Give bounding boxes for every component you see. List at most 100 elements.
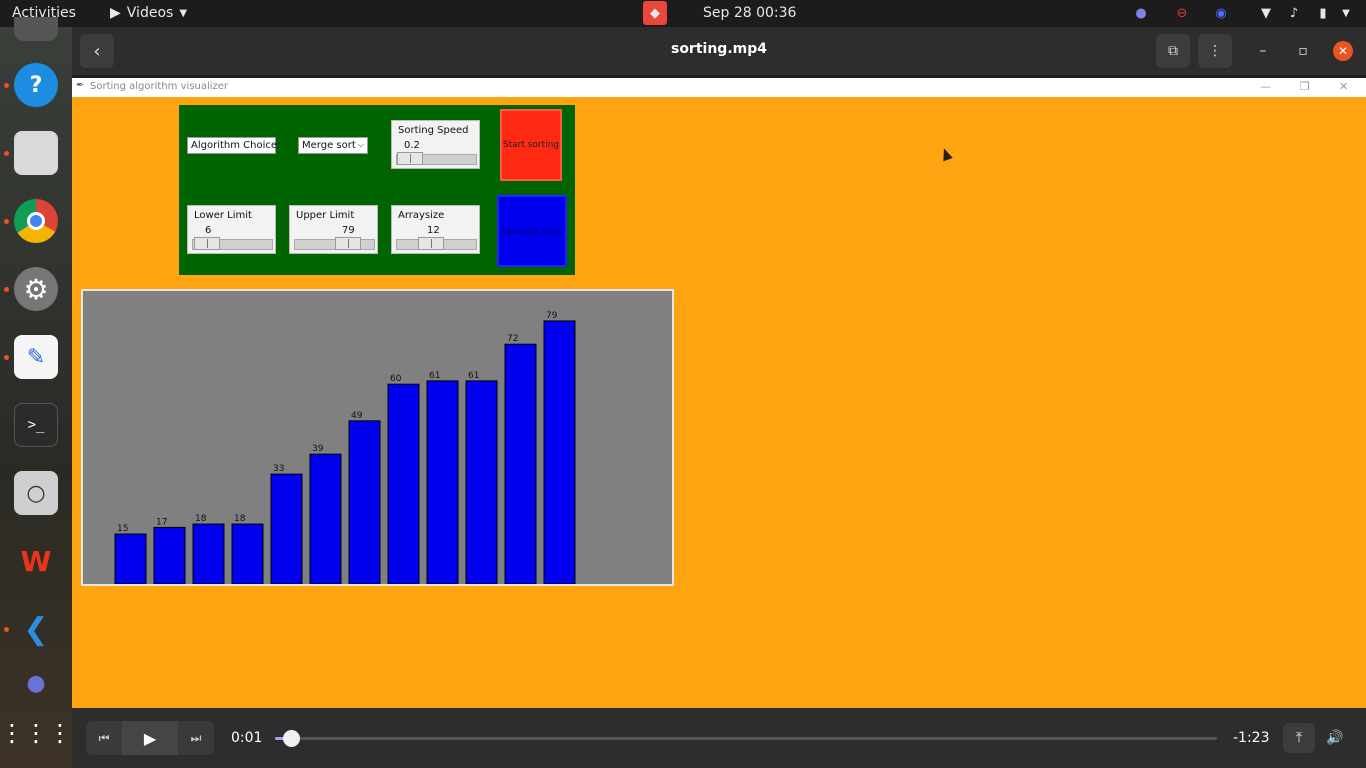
- partial-app-icon[interactable]: [14, 17, 58, 41]
- bar-10: [465, 380, 498, 584]
- bar-12: [543, 320, 576, 584]
- close-button[interactable]: ✕: [1326, 34, 1360, 68]
- play-button[interactable]: ▶: [122, 721, 178, 755]
- files-icon[interactable]: [14, 131, 58, 175]
- bar-9: [426, 380, 459, 584]
- bar-label-4: 18: [234, 514, 246, 524]
- arraysize-scale[interactable]: Arraysize 12: [391, 205, 480, 254]
- system-menu-chevron-icon[interactable]: ▼: [1337, 4, 1355, 22]
- seek-bar[interactable]: [275, 737, 1217, 740]
- running-indicator: [4, 287, 9, 292]
- terminal-icon[interactable]: >_: [14, 403, 58, 447]
- do-not-disturb-icon[interactable]: ⊖: [1173, 4, 1191, 22]
- arraysize-thumb[interactable]: [418, 237, 444, 250]
- upper-limit-value: 79: [342, 225, 355, 236]
- anydesk-icon[interactable]: ◆: [643, 1, 667, 25]
- bar-chart-canvas: 15 17 18 18 33 39 49 60 61 61 72 79: [81, 289, 674, 586]
- maximize-icon: ▫: [1298, 43, 1308, 59]
- close-icon: ✕: [1333, 41, 1353, 61]
- bar-11: [504, 343, 537, 584]
- generate-array-button[interactable]: Generate Array: [497, 195, 567, 267]
- maximize-button[interactable]: ▫: [1286, 34, 1320, 68]
- wifi-icon[interactable]: ▼: [1257, 4, 1275, 22]
- teams-tray-icon[interactable]: ●: [1132, 4, 1150, 22]
- app-maximize-icon[interactable]: ❐: [1300, 80, 1310, 93]
- skip-back-button[interactable]: ⏮: [86, 721, 122, 755]
- bar-6: [309, 453, 342, 584]
- pip-icon: ⧉: [1168, 43, 1178, 59]
- app-close-icon[interactable]: ✕: [1339, 80, 1348, 93]
- rotate-button[interactable]: ⤒: [1283, 723, 1315, 753]
- bar-3: [192, 523, 225, 584]
- running-indicator: [4, 355, 9, 360]
- upper-limit-thumb[interactable]: [335, 237, 361, 250]
- picture-in-picture-button[interactable]: ⧉: [1156, 34, 1190, 68]
- speed-scale-title: Sorting Speed: [398, 125, 469, 136]
- app-menu[interactable]: ▶ Videos ▼: [110, 5, 187, 21]
- dock: ? ⚙ ✎ >_ ○ W ❮ ● ⋮⋮⋮: [0, 17, 72, 768]
- start-sorting-button[interactable]: Start sorting: [500, 109, 562, 181]
- algorithm-select[interactable]: Merge sort ⌵: [298, 137, 368, 154]
- skip-forward-icon: ⏭: [190, 730, 202, 745]
- menu-button[interactable]: ⋮: [1198, 34, 1232, 68]
- text-editor-icon[interactable]: ✎: [14, 335, 58, 379]
- bar-chart-svg: 15 17 18 18 33 39 49 60 61 61 72 79: [114, 311, 576, 584]
- bar-label-2: 17: [156, 517, 167, 527]
- algorithm-choice-label: Algorithm Choice:: [187, 137, 280, 154]
- bar-label-5: 33: [273, 464, 284, 474]
- help-icon[interactable]: ?: [14, 63, 58, 107]
- feather-icon: ✒: [76, 80, 85, 91]
- player-controls-bar: ⏮ ▶ ⏭ 0:01 -1:23 ⤒ 🔊: [72, 708, 1366, 768]
- bar-label-9: 61: [429, 371, 440, 381]
- speed-scale[interactable]: Sorting Speed 0.2: [391, 120, 480, 169]
- running-indicator: [4, 627, 9, 632]
- bar-7: [348, 420, 381, 584]
- minimize-icon: –: [1259, 43, 1267, 59]
- play-icon: ▶: [143, 728, 157, 748]
- show-applications-grid-icon[interactable]: ⋮⋮⋮: [0, 711, 72, 755]
- speed-scale-value: 0.2: [404, 140, 420, 151]
- arraysize-title: Arraysize: [398, 210, 445, 221]
- seek-bar-knob[interactable]: [283, 730, 300, 747]
- time-elapsed: 0:01: [231, 730, 263, 746]
- lower-limit-scale[interactable]: Lower Limit 6: [187, 205, 276, 254]
- running-indicator: [4, 151, 9, 156]
- volume-button[interactable]: 🔊: [1319, 723, 1351, 753]
- arraysize-value: 12: [427, 225, 440, 236]
- bar-label-6: 39: [312, 444, 324, 454]
- control-panel: Algorithm Choice: Merge sort ⌵ Sorting S…: [179, 105, 575, 275]
- wps-office-icon[interactable]: W: [14, 539, 58, 583]
- volume-icon: 🔊: [1326, 730, 1344, 746]
- kebab-menu-icon: ⋮: [1208, 43, 1222, 59]
- lower-limit-title: Lower Limit: [194, 210, 252, 221]
- chrome-icon[interactable]: [14, 199, 58, 243]
- minimize-button[interactable]: –: [1246, 34, 1280, 68]
- skip-back-icon: ⏮: [98, 730, 110, 745]
- app-minimize-icon[interactable]: —: [1260, 80, 1271, 93]
- skip-forward-button[interactable]: ⏭: [178, 721, 214, 755]
- upper-limit-scale[interactable]: Upper Limit 79: [289, 205, 378, 254]
- vscode-icon[interactable]: ❮: [14, 607, 58, 651]
- battery-icon[interactable]: ▮: [1314, 4, 1332, 22]
- player-header-bar: ‹ sorting.mp4 ⧉ ⋮ – ▫ ✕: [72, 27, 1366, 75]
- bar-label-11: 72: [507, 334, 518, 344]
- system-top-bar: Activities ▶ Videos ▼ ◆ Sep 28 00:36 ● ⊖…: [0, 0, 1366, 27]
- clock[interactable]: Sep 28 00:36: [703, 5, 796, 21]
- app-titlebar: ✒ Sorting algorithm visualizer — ❐ ✕: [72, 78, 1366, 97]
- running-indicator: [4, 219, 9, 224]
- teams-dock-icon[interactable]: ●: [14, 671, 58, 696]
- app-menu-label: Videos: [126, 5, 174, 21]
- running-indicator: [4, 83, 9, 88]
- bar-label-1: 15: [117, 524, 128, 534]
- bar-label-10: 61: [468, 371, 479, 381]
- image-viewer-icon[interactable]: ○: [14, 471, 58, 515]
- bar-8: [387, 383, 420, 584]
- chevron-down-icon: ⌵: [357, 140, 364, 149]
- speed-scale-thumb[interactable]: [397, 152, 423, 165]
- volume-muted-icon[interactable]: ♪: [1285, 4, 1303, 22]
- bar-label-7: 49: [351, 411, 363, 421]
- webex-tray-icon[interactable]: ◉: [1212, 4, 1230, 22]
- rotate-icon: ⤒: [1295, 730, 1303, 746]
- lower-limit-thumb[interactable]: [194, 237, 220, 250]
- settings-gear-icon[interactable]: ⚙: [14, 267, 58, 311]
